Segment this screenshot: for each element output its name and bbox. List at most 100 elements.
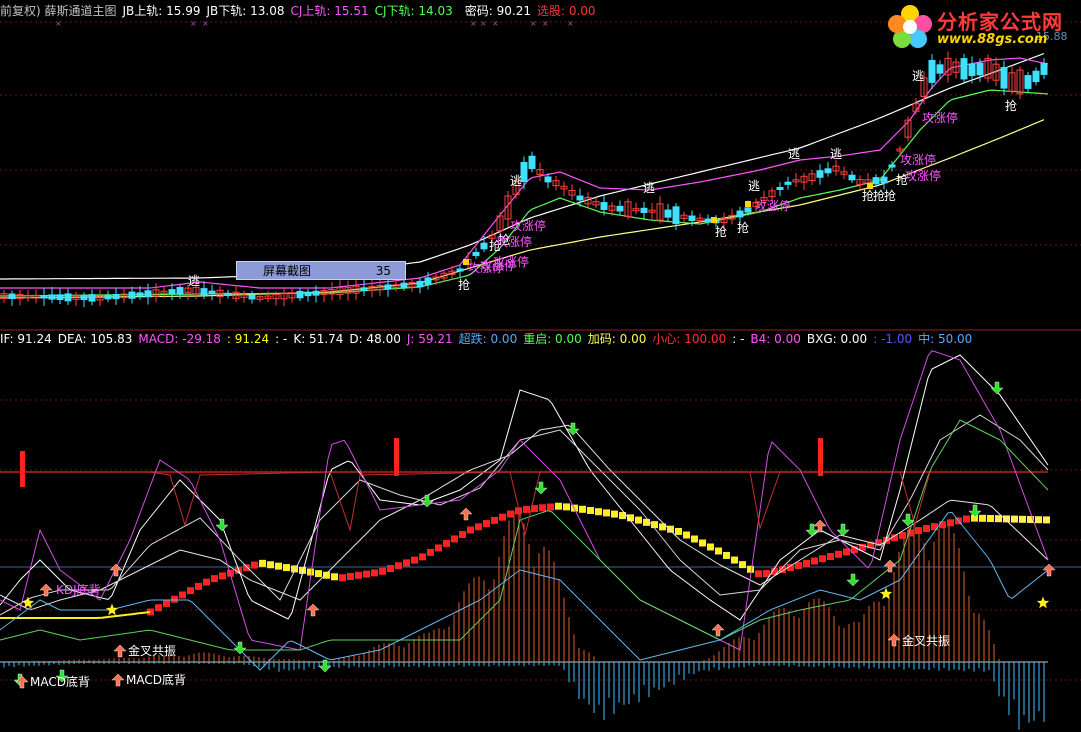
header_bottom-16: 中: 50.00 [918,332,973,346]
dea-block [307,568,314,576]
marker-x: × [202,19,209,28]
dea-block [603,509,610,517]
dea-block [595,508,602,516]
header_bottom-13: B4: 0.00 [750,332,801,346]
candle-body [600,202,608,210]
candle-body [576,195,584,201]
candle-body [744,207,752,213]
site-logo: 分析家公式网 www.88gs.com [885,2,1075,50]
candle-body [80,295,88,301]
dea-block [443,539,450,547]
candle-body [296,290,304,299]
dea-block [347,573,354,580]
macd-divergence-label-2: MACD底背 [126,672,186,687]
dea-block [963,515,970,523]
dea-block [435,544,442,552]
candle-body [824,168,832,174]
header_bottom-3: : 91.24 [226,332,270,346]
screenshot-value: 35 [375,264,391,278]
dea-block [587,507,594,514]
candle-body [64,293,72,302]
dea-block [707,543,714,551]
dea-block [563,503,570,511]
logo-title: 分析家公式网 [937,10,1063,34]
dea-block [995,515,1002,523]
alert-bar [20,451,25,487]
dea-block [507,510,514,518]
dea-block [219,572,226,580]
indicator-panel-header: IF: 91.24 DEA: 105.83 MACD: -29.18: 91.24:… [0,331,978,347]
dea-block [819,555,826,563]
flower-icon [888,5,932,48]
candle-body [456,268,464,272]
dea-block [195,582,202,590]
dea-block [451,535,458,543]
limit-up-label: 攻涨停 [922,110,958,125]
header_bottom-12: : - [732,332,745,346]
candle-body [416,280,424,288]
candle-body [872,177,880,185]
dea-block [267,561,274,569]
dea-block [835,550,842,558]
header_top-3: CJ上轨: 15.51 [290,4,369,18]
candle-body [424,277,432,285]
dea-block [555,502,562,510]
dea-block [339,574,346,582]
dea-block [691,535,698,543]
candle-body [888,164,896,168]
header_bottom-9: 重启: 0.00 [523,332,582,346]
header_bottom-2: MACD: -29.18 [138,332,221,346]
candle-body [88,294,96,302]
candle-body [1000,67,1008,89]
dea-block [179,591,186,599]
jb-lower-line [0,119,1045,299]
dea-block [611,510,618,518]
candle-body [472,251,480,257]
candle-body [1040,62,1048,75]
buy-arrow-icon [306,603,320,617]
dea-block [803,559,810,567]
dea-block [259,559,266,567]
dea-block [323,571,330,579]
candle-body [848,174,856,181]
dea-block [827,553,834,560]
candle-body [312,290,320,296]
sell-arrow-icon [420,494,434,508]
buy-arrow-icon [111,673,125,687]
dea-block [427,548,434,556]
dea-block [483,520,490,528]
dea-block [491,516,498,524]
dea-block [1035,516,1042,524]
limit-up-label: 攻涨停 [496,234,532,249]
buy-arrow-icon [883,559,897,573]
candle-body [672,206,680,225]
grab-label: 抢 [737,220,749,235]
dea-block [187,587,194,595]
marker-x: × [55,19,62,28]
candle-body [104,295,112,300]
dea-block [643,518,650,526]
dea-block [579,505,586,513]
dea-block [243,564,250,572]
dea-block [523,505,530,513]
dea-block [667,525,674,533]
header_bottom-7: J: 59.21 [406,332,453,346]
dea-block [915,527,922,535]
candle-body [528,155,536,170]
candle-body [704,218,712,223]
header_bottom-1: DEA: 105.83 [57,332,133,346]
dea-block [419,553,426,561]
candle-body [40,295,48,299]
dea-block [251,561,258,569]
header_top-4: CJ下轨: 14.03 [374,4,453,18]
candle-body [248,294,256,300]
dea-block [715,547,722,555]
candle-body [816,170,824,178]
candle-body [936,64,944,74]
buy-arrow-icon [711,623,725,637]
header_top-6: 密码: 90.21 [464,4,531,18]
header_top-1: JB上轨: 15.99 [122,4,201,18]
candle-body [128,291,136,299]
dea-block [315,570,322,578]
candle-body [224,292,232,296]
